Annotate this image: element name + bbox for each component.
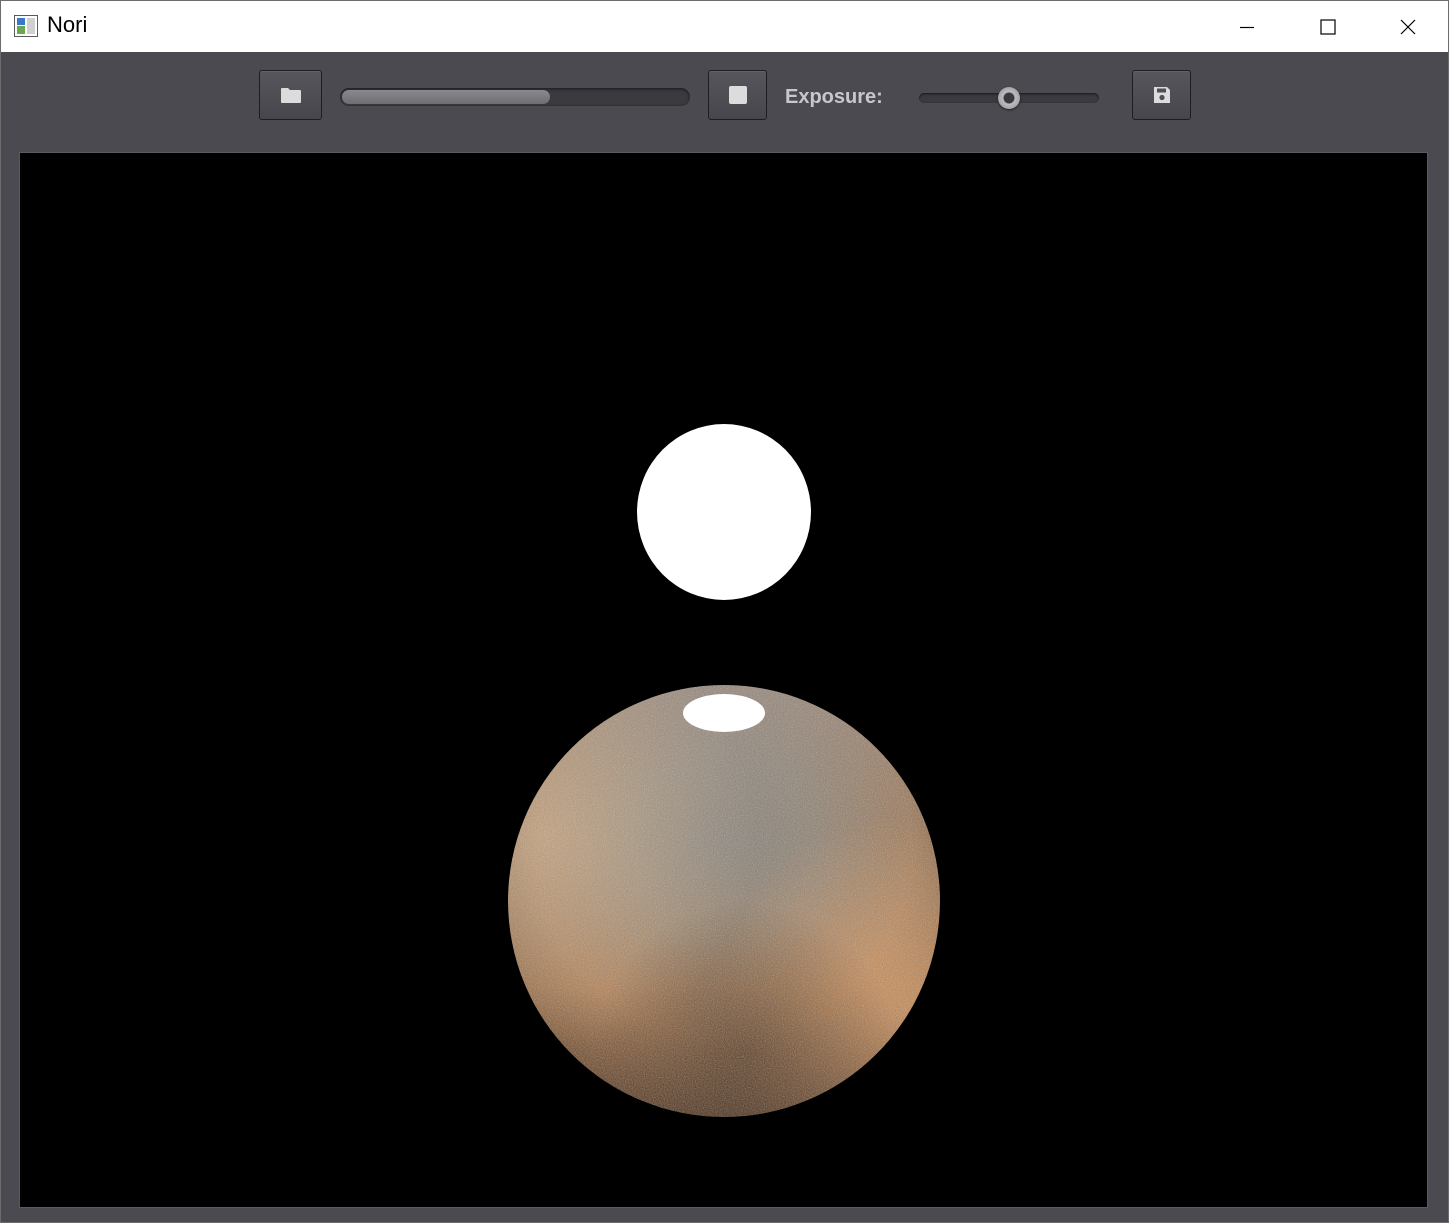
- noisy-sphere: [508, 685, 940, 1117]
- sphere-highlight: [683, 694, 765, 732]
- exposure-slider-handle[interactable]: [998, 87, 1020, 109]
- window-title: Nori: [47, 12, 88, 37]
- title-bar[interactable]: Nori: [1, 1, 1448, 52]
- app-icon: [14, 15, 38, 37]
- save-button[interactable]: [1132, 70, 1191, 120]
- open-file-button[interactable]: [259, 70, 322, 120]
- toolbar: Exposure:: [1, 52, 1448, 144]
- exposure-label: Exposure:: [785, 86, 883, 108]
- minimize-button[interactable]: [1207, 1, 1287, 52]
- stop-button[interactable]: [708, 70, 767, 120]
- folder-icon: [280, 88, 301, 103]
- minimize-icon: [1240, 26, 1254, 28]
- close-button[interactable]: [1368, 1, 1448, 52]
- rendered-image: [508, 424, 940, 1117]
- light-source: [637, 424, 811, 600]
- maximize-icon: [1320, 18, 1336, 35]
- close-icon: [1400, 19, 1416, 34]
- maximize-button[interactable]: [1288, 1, 1368, 52]
- nori-window: Nori Exposure:: [0, 0, 1449, 1223]
- stop-icon: [728, 86, 747, 104]
- save-icon: [1153, 87, 1170, 103]
- render-progress-fill: [342, 90, 550, 104]
- render-progress-bar: [340, 88, 690, 106]
- render-view[interactable]: [19, 152, 1428, 1208]
